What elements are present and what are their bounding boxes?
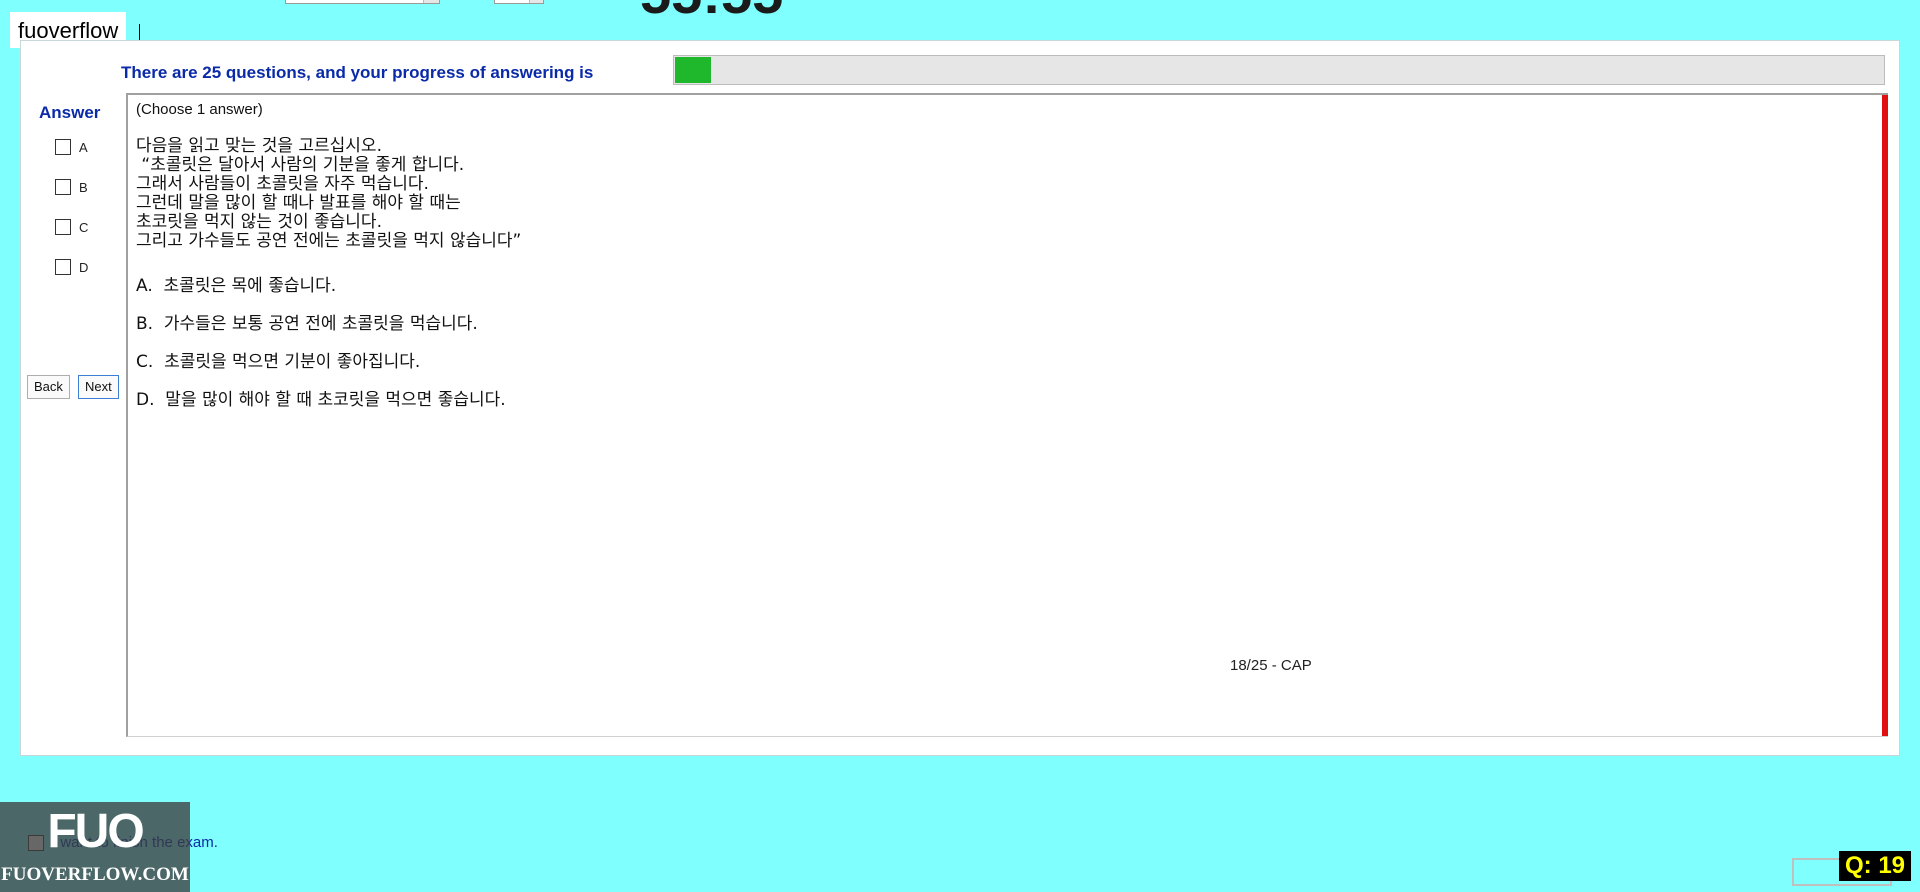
progress-bar [673,55,1885,85]
answer-a-label: A [79,139,88,155]
choice-d: D. 말을 많이 해야 할 때 초코릿을 먹으면 좋습니다. [136,390,506,410]
answer-option-d[interactable]: D [55,259,88,275]
exam-panel: There are 25 questions, and your progres… [20,40,1900,756]
choice-c: C. 초콜릿을 먹으면 기분이 좋아집니다. [136,352,421,372]
answer-option-a[interactable]: A [55,139,88,155]
choice-b: B. 가수들은 보통 공연 전에 초콜릿을 먹습니다. [136,314,478,334]
progress-bar-fill [675,57,711,83]
question-indicator: Q: 19 [1839,851,1912,881]
answer-c-label: C [79,219,89,235]
exam-timer: 55:55 [640,0,783,16]
question-footer: 18/25 - CAP [1230,657,1312,674]
chevron-down-icon[interactable] [529,0,543,3]
question-instruction: (Choose 1 answer) [136,101,263,118]
answer-d-checkbox[interactable] [55,259,71,275]
choice-a: A. 초콜릿은 목에 좋습니다. [136,276,337,296]
top-small-combo[interactable] [494,0,544,4]
answer-a-checkbox[interactable] [55,139,71,155]
answer-option-b[interactable]: B [55,179,88,195]
top-combo-box[interactable] [285,0,440,4]
logo-text: FUOVERFLOW.COM [1,864,189,885]
progress-label: There are 25 questions, and your progres… [121,63,594,82]
answer-b-label: B [79,179,88,195]
answer-title: Answer [39,103,101,122]
chevron-down-icon[interactable] [423,0,439,3]
question-body: 다음을 읽고 맞는 것을 고르십시오. “초콜릿은 달아서 사람의 기분을 좋게… [136,136,522,251]
fuoverflow-logo: FUO FUOVERFLOW.COM [0,802,190,892]
answer-option-c[interactable]: C [55,219,88,235]
answer-b-checkbox[interactable] [55,179,71,195]
answer-d-label: D [79,259,89,275]
next-button[interactable]: Next [78,375,119,399]
question-content[interactable]: (Choose 1 answer) 다음을 읽고 맞는 것을 고르십시오. “초… [126,93,1888,737]
back-button[interactable]: Back [27,375,70,399]
answer-c-checkbox[interactable] [55,219,71,235]
scroll-marker [1882,95,1888,736]
logo-mark: FUO [47,805,144,858]
